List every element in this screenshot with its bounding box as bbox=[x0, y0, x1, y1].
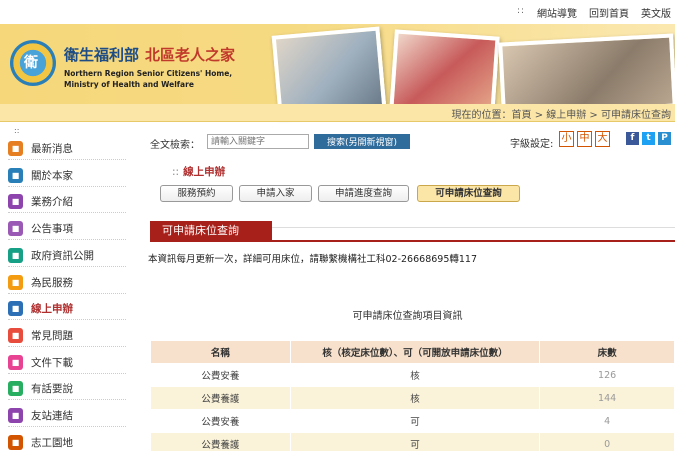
sidebar-item[interactable]: ■ 志工園地 bbox=[8, 432, 126, 451]
online-apply-icon: ■ bbox=[8, 301, 23, 317]
font-size-label: 字級設定: bbox=[510, 139, 554, 150]
font-medium-button[interactable]: 中 bbox=[577, 131, 592, 147]
table-row: 公費安養核 126 bbox=[150, 363, 675, 387]
search-label: 全文檢索： bbox=[150, 140, 200, 151]
page: :: 網站導覽 回到首頁 英文版 衛 衛生福利部 北區老人之家 Northern … bbox=[0, 0, 675, 451]
sidebar-nav: :: ■ 最新消息 ■ 關於本家 ■ 業務介紹 ■ 公告事項 ■ 政府資訊公開 ■ 為民服務 ■ 線上申辦… bbox=[0, 126, 130, 451]
service-icon: ■ bbox=[8, 274, 23, 290]
sidebar-item-label: 常見問題 bbox=[31, 329, 73, 342]
sidebar-item-label: 線上申辦 bbox=[31, 303, 73, 316]
news-icon: ■ bbox=[8, 141, 23, 156]
utility-bar: :: 網站導覽 回到首頁 英文版 bbox=[0, 0, 675, 24]
search-button[interactable]: 搜索(另開新視窗) bbox=[314, 134, 410, 149]
cell-name: 公費安養 bbox=[150, 409, 291, 433]
page-tab-title: 可申請床位查詢 bbox=[150, 221, 272, 241]
sidebar-item[interactable]: ■ 常見問題 bbox=[8, 325, 126, 347]
sidebar-item[interactable]: ■ 友站連結 bbox=[8, 405, 126, 427]
site-title-en: Northern Region Senior Citizens' Home, M… bbox=[64, 69, 233, 89]
font-large-button[interactable]: 大 bbox=[595, 131, 610, 147]
cell-type: 可 bbox=[289, 432, 541, 451]
cell-type: 核 bbox=[289, 363, 541, 387]
site-logo-icon[interactable]: 衛 bbox=[10, 40, 56, 86]
cell-count: 0 bbox=[539, 432, 675, 451]
sidebar-item[interactable]: ■ 公告事項 bbox=[8, 218, 126, 241]
sidebar-item[interactable]: ■ 文件下載 bbox=[8, 352, 126, 374]
sidebar-item-label: 志工園地 bbox=[31, 436, 73, 449]
font-small-button[interactable]: 小 bbox=[559, 131, 574, 147]
sidebar-dots: :: bbox=[14, 126, 20, 135]
sidebar-item[interactable]: ■ 有話要說 bbox=[8, 378, 126, 401]
sidebar-item-label: 最新消息 bbox=[31, 143, 73, 155]
tab-available-beds[interactable]: 可申請床位查詢 bbox=[417, 185, 520, 202]
plurk-icon[interactable]: P bbox=[658, 132, 671, 145]
announcement-icon: ■ bbox=[8, 221, 23, 237]
message-icon: ■ bbox=[8, 381, 23, 397]
header-type: 核（核定床位數）、可（可開放申請床位數） bbox=[289, 340, 541, 364]
cell-name: 公費養護 bbox=[150, 432, 291, 451]
sidebar-item[interactable]: ■ 政府資訊公開 bbox=[8, 245, 126, 267]
beds-table: 名稱 核（核定床位數）、可（可開放申請床位數） 床數 公費安養核 126 公費養護核… bbox=[150, 340, 675, 451]
gov-info-icon: ■ bbox=[8, 247, 23, 263]
facebook-icon[interactable]: f bbox=[626, 132, 639, 145]
utility-dots: :: bbox=[517, 6, 526, 16]
cell-count: 144 bbox=[539, 386, 675, 410]
english-link[interactable]: 英文版 bbox=[641, 5, 671, 20]
header-name: 名稱 bbox=[150, 340, 291, 364]
table-row: 公費安養可 4 bbox=[150, 409, 675, 433]
cell-name: 公費養護 bbox=[150, 386, 291, 410]
sidebar-item-label: 為民服務 bbox=[31, 276, 73, 289]
tab-application-progress[interactable]: 申請進度查詢 bbox=[318, 185, 409, 202]
faq-icon: ■ bbox=[8, 327, 23, 343]
volunteer-icon: ■ bbox=[8, 434, 23, 450]
sitemap-link[interactable]: 網站導覽 bbox=[537, 5, 577, 20]
table-row: 公費養護可 0 bbox=[150, 432, 675, 451]
sidebar-item-label: 政府資訊公開 bbox=[31, 249, 94, 262]
links-icon: ■ bbox=[8, 408, 23, 423]
section-title: :: 線上申辦 bbox=[172, 166, 226, 178]
search-input[interactable] bbox=[207, 134, 309, 149]
cell-type: 核 bbox=[289, 386, 541, 410]
sidebar-item-label: 文件下載 bbox=[31, 356, 73, 369]
table-caption: 可申請床位查詢項目資訊 bbox=[352, 311, 463, 322]
download-icon: ■ bbox=[8, 354, 23, 370]
sidebar-item-label: 公告事項 bbox=[31, 223, 73, 236]
table-header-row: 名稱 核（核定床位數）、可（可開放申請床位數） 床數 bbox=[150, 340, 675, 364]
sidebar-item[interactable]: ■ 業務介紹 bbox=[8, 191, 126, 214]
twitter-icon[interactable]: t bbox=[642, 132, 655, 145]
header-count: 床數 bbox=[539, 340, 675, 364]
cell-count: 4 bbox=[539, 409, 675, 433]
sidebar-item[interactable]: ■ 關於本家 bbox=[8, 165, 126, 187]
cell-name: 公費安養 bbox=[150, 363, 291, 387]
sidebar-item[interactable]: ■ 線上申辦 bbox=[8, 298, 126, 321]
sidebar-item-label: 友站連結 bbox=[31, 410, 73, 422]
main-content: 全文檢索： 搜索(另開新視窗) 字級設定: 小 中 大 f t P ::線上申辦… bbox=[140, 126, 675, 451]
site-title-main: 衛生福利部 bbox=[64, 46, 140, 64]
sidebar-item[interactable]: ■ 為民服務 bbox=[8, 272, 126, 294]
update-notice: 本資訊每月更新一次，詳細可用床位，請聯繫機構社工科02-26668695轉117 bbox=[148, 254, 478, 265]
breadcrumb-bar: 現在的位置：首頁 > 線上申辦 > 可申請床位查詢 bbox=[0, 104, 675, 122]
sidebar-item-label: 關於本家 bbox=[31, 169, 73, 182]
sidebar-item-label: 有話要說 bbox=[31, 383, 73, 396]
table-row: 公費養護核 144 bbox=[150, 386, 675, 410]
home-link[interactable]: 回到首頁 bbox=[589, 5, 629, 20]
sidebar-item-label: 業務介紹 bbox=[31, 196, 73, 209]
breadcrumb: 現在的位置：首頁 > 線上申辦 > 可申請床位查詢 bbox=[451, 110, 671, 121]
tab-service-booking[interactable]: 服務預約 bbox=[160, 185, 233, 202]
cell-type: 可 bbox=[289, 409, 541, 433]
tab-apply-admission[interactable]: 申請入家 bbox=[239, 185, 312, 202]
utility-links: 網站導覽 回到首頁 英文版 bbox=[537, 5, 671, 20]
page-tab-divider bbox=[150, 240, 675, 242]
site-banner: 衛 衛生福利部 北區老人之家 Northern Region Senior Cit… bbox=[0, 24, 675, 118]
about-icon: ■ bbox=[8, 167, 23, 183]
business-icon: ■ bbox=[8, 194, 23, 210]
section-header: :: 線上申辦 服務預約 申請入家 申請進度查詢 可申請床位查詢 bbox=[150, 160, 675, 228]
site-title[interactable]: 衛生福利部 北區老人之家 bbox=[64, 44, 235, 65]
cell-count: 126 bbox=[539, 363, 675, 387]
sidebar-item[interactable]: ■ 最新消息 bbox=[8, 138, 126, 160]
site-title-sub: 北區老人之家 bbox=[145, 46, 236, 64]
